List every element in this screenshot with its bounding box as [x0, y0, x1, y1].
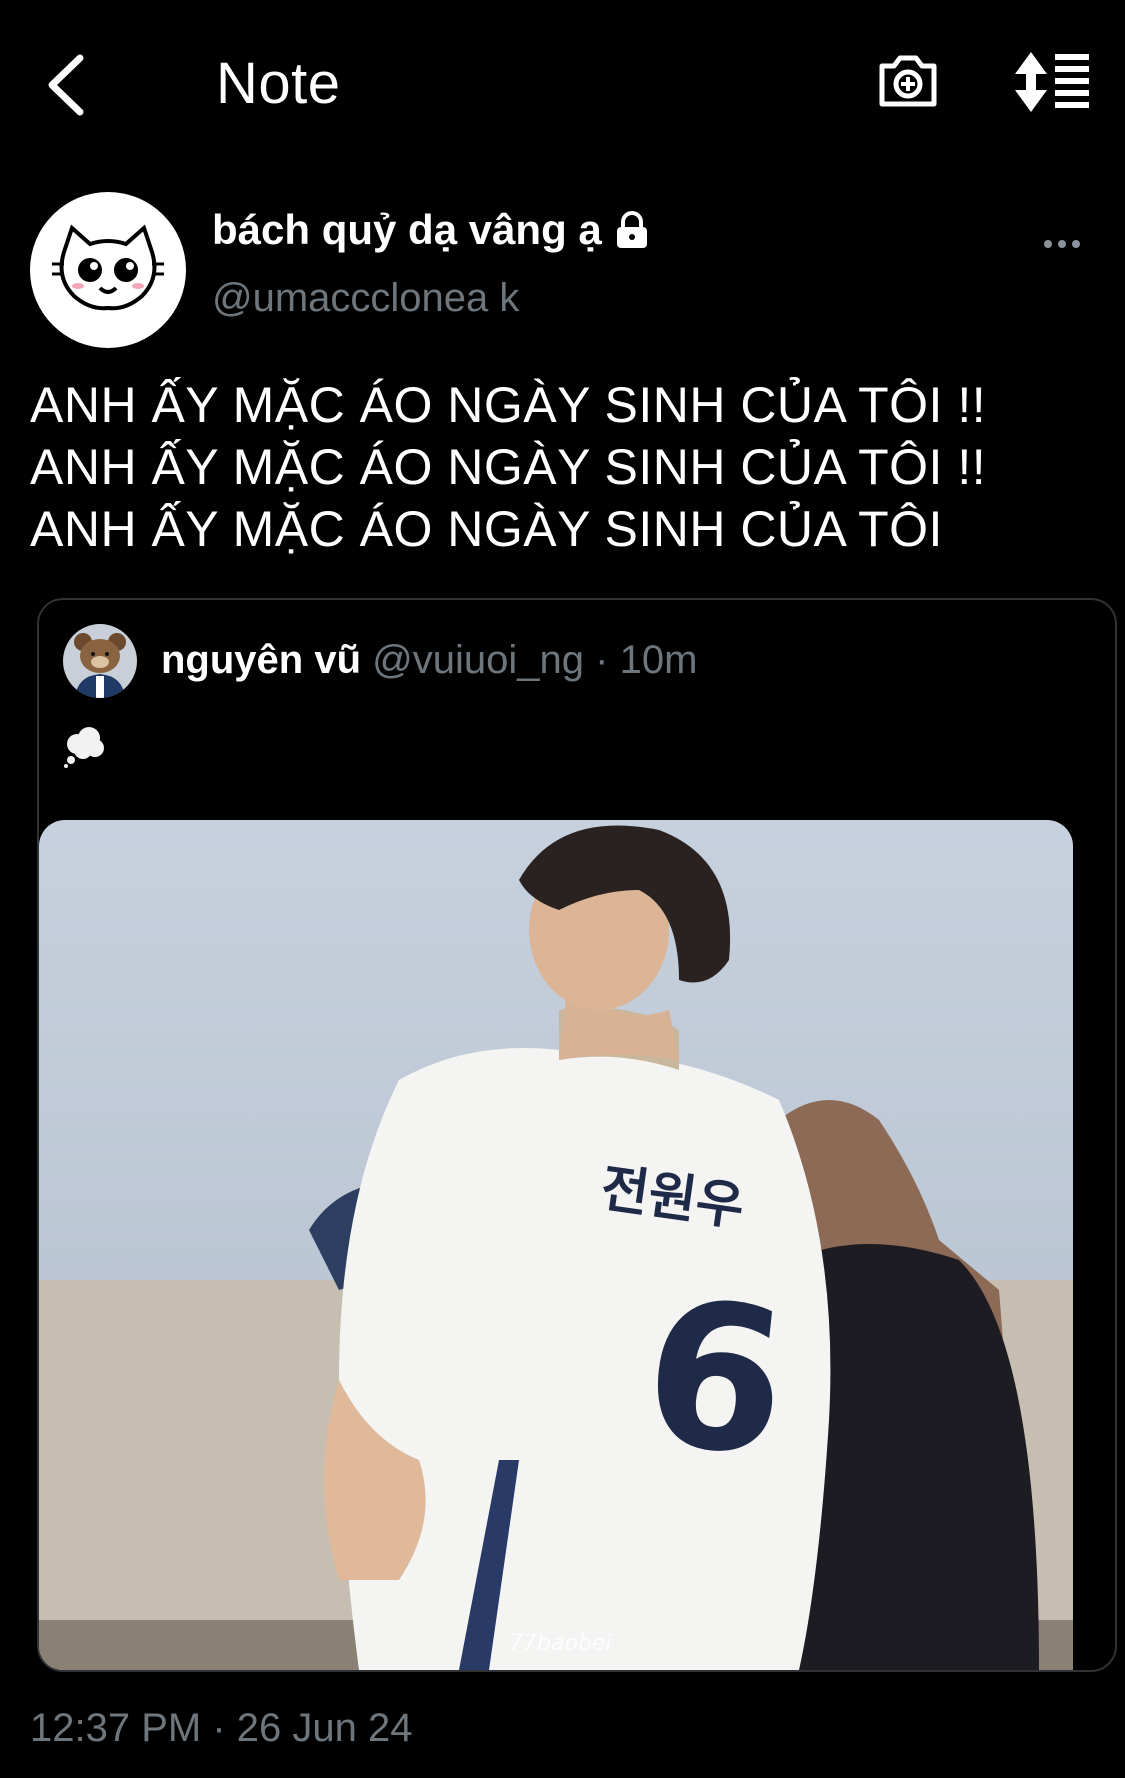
- cat-avatar-icon: [52, 224, 164, 311]
- quoted-post-time: 10m: [619, 638, 698, 682]
- back-arrow-icon[interactable]: [40, 50, 100, 120]
- page-title: Note: [216, 51, 341, 116]
- separator-dot: ·: [595, 638, 609, 682]
- author-avatar[interactable]: [30, 192, 186, 348]
- sort-icon[interactable]: [1013, 50, 1093, 114]
- camera-add-icon[interactable]: [876, 48, 940, 112]
- top-bar: Note: [0, 0, 1125, 170]
- author-display-name[interactable]: bách quỷ dạ vâng ạ: [212, 206, 602, 254]
- jersey-number: 6: [634, 1256, 797, 1502]
- author-handle[interactable]: @umaccclonea k: [212, 276, 519, 321]
- post-line: ANH ẤY MẶC ÁO NGÀY SINH CỦA TÔI: [30, 501, 943, 557]
- quoted-post[interactable]: nguyên vũ @vuiuoi_ng · 10m 전원우 6 77baobe…: [37, 598, 1117, 1672]
- lock-icon: [616, 211, 647, 248]
- bear-avatar-icon: [63, 624, 137, 698]
- quoted-post-photo[interactable]: 전원우 6 77baobei: [39, 820, 1073, 1670]
- author-name-row: bách quỷ dạ vâng ạ: [212, 206, 652, 254]
- post-line: ANH ẤY MẶC ÁO NGÀY SINH CỦA TÔI !!: [30, 377, 987, 433]
- quoted-author-handle[interactable]: @vuiuoi_ng: [372, 638, 584, 682]
- quoted-post-header: nguyên vũ @vuiuoi_ng · 10m: [161, 638, 697, 683]
- photo-watermark: 77baobei: [509, 1631, 612, 1656]
- post-timestamp: 12:37 PM · 26 Jun 24: [30, 1706, 413, 1750]
- thought-bubble-icon: [64, 727, 104, 768]
- post-line: ANH ẤY MẶC ÁO NGÀY SINH CỦA TÔI !!: [30, 439, 987, 495]
- photo-person-jersey: 전원우 6 77baobei: [39, 820, 1073, 1670]
- quoted-author-name[interactable]: nguyên vũ: [161, 638, 361, 682]
- quoted-author-avatar[interactable]: [63, 624, 137, 698]
- more-icon[interactable]: [1042, 234, 1082, 254]
- post-text: ANH ẤY MẶC ÁO NGÀY SINH CỦA TÔI !! ANH Ấ…: [30, 374, 1110, 560]
